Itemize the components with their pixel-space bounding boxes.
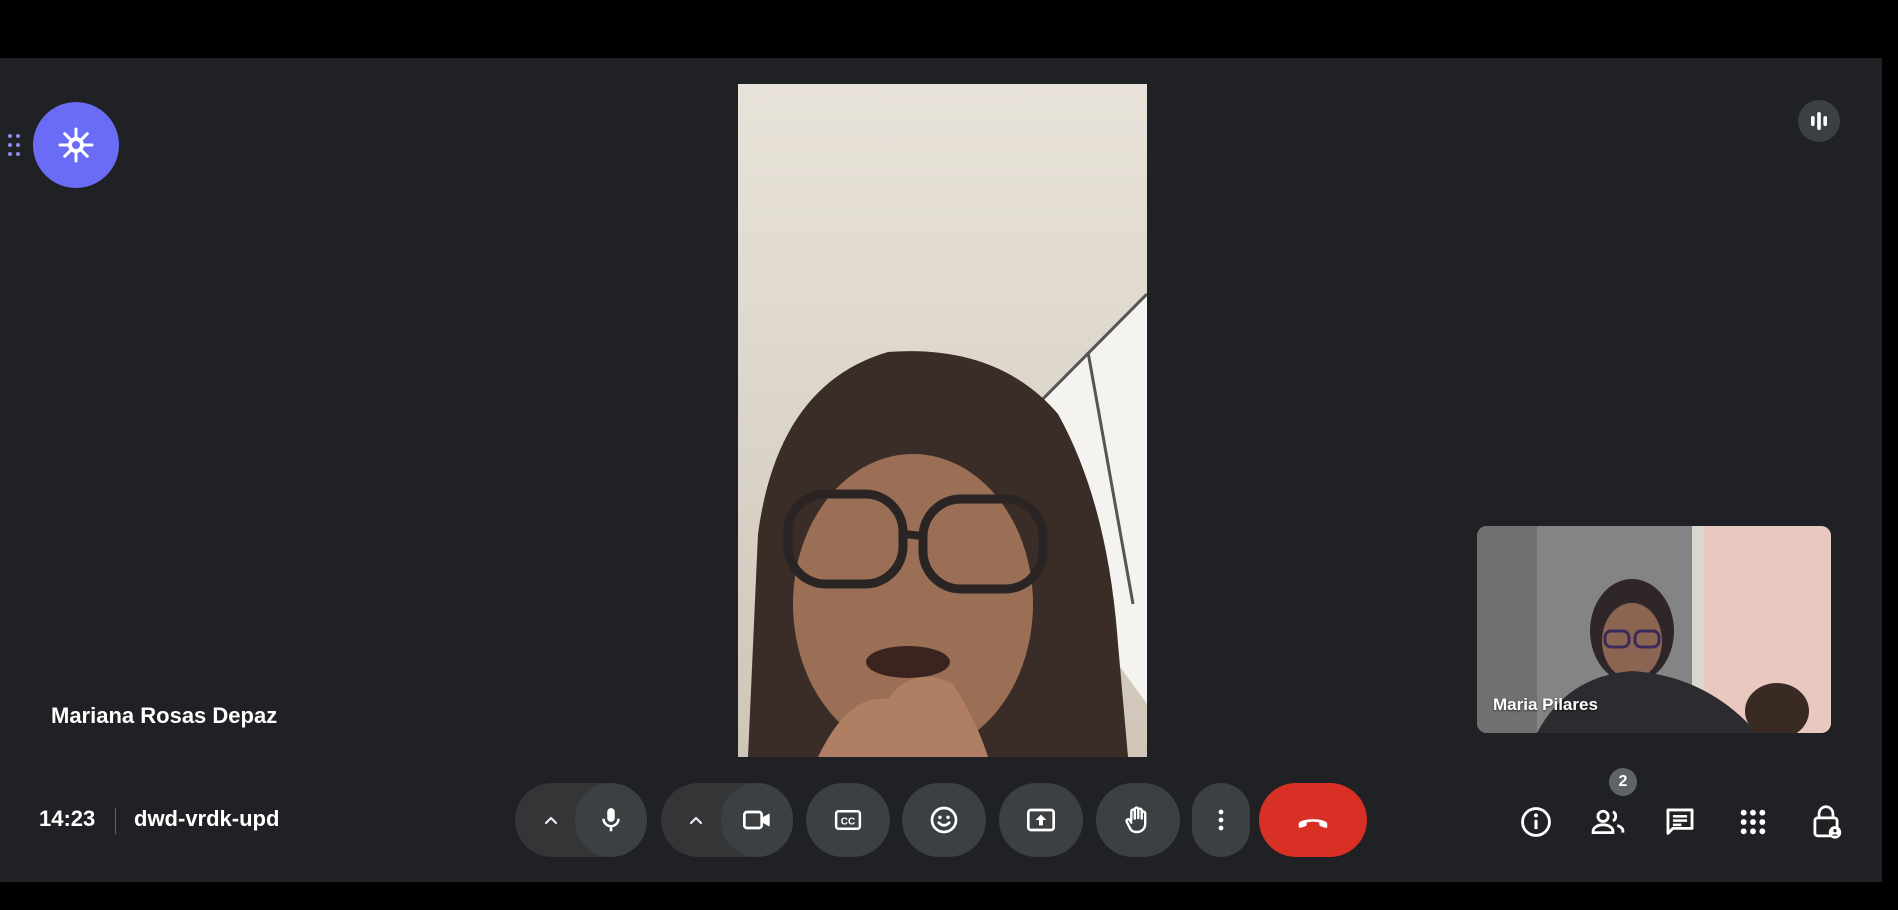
more-vert-icon <box>1218 809 1224 831</box>
microphone-icon <box>602 808 620 832</box>
host-controls-button[interactable] <box>1806 802 1846 842</box>
ai-assistant-button[interactable] <box>33 102 119 188</box>
present-screen-icon <box>1027 808 1055 832</box>
video-settings-button[interactable] <box>668 783 724 857</box>
more-options-button[interactable] <box>1192 783 1250 857</box>
chevron-up-icon <box>689 816 703 825</box>
call-end-icon <box>1298 819 1328 828</box>
self-view-tile[interactable]: Maria Pilares <box>1477 526 1831 733</box>
info-icon <box>1521 807 1551 837</box>
meeting-clock: 14:23 <box>39 806 96 831</box>
activities-button[interactable] <box>1733 802 1773 842</box>
raise-hand-icon <box>1125 806 1147 834</box>
self-participant-name: Maria Pilares <box>1493 695 1598 714</box>
info-divider <box>115 808 116 834</box>
videocam-icon <box>743 810 770 830</box>
audio-level-icon <box>1811 112 1827 130</box>
sparkle-icon <box>58 127 94 163</box>
meeting-details-button[interactable] <box>1516 802 1556 842</box>
closed-captions-icon: CC <box>834 810 862 830</box>
participant-video <box>738 84 1147 757</box>
audio-level-indicator <box>1798 100 1840 142</box>
host-controls-icon <box>1813 805 1842 839</box>
chat-icon <box>1666 808 1694 835</box>
people-button[interactable] <box>1588 802 1628 842</box>
participant-count-badge: 2 <box>1609 768 1637 796</box>
camera-button[interactable] <box>721 783 793 857</box>
people-icon <box>1591 809 1625 835</box>
present-button[interactable] <box>999 783 1083 857</box>
audio-settings-button[interactable] <box>523 783 579 857</box>
leave-call-button[interactable] <box>1259 783 1367 857</box>
main-video-tile <box>738 84 1147 757</box>
reactions-button[interactable] <box>902 783 986 857</box>
raise-hand-button[interactable] <box>1096 783 1180 857</box>
captions-button[interactable]: CC <box>806 783 890 857</box>
drag-handle-icon[interactable] <box>8 134 24 164</box>
svg-text:CC: CC <box>841 816 855 827</box>
meeting-stage: Mariana Rosas Depaz Maria Pilares 14:23 … <box>0 58 1882 882</box>
apps-icon <box>1740 809 1766 835</box>
chevron-up-icon <box>544 816 558 825</box>
emoji-icon <box>930 806 958 834</box>
main-participant-name: Mariana Rosas Depaz <box>51 703 278 728</box>
microphone-button[interactable] <box>575 783 647 857</box>
meeting-code: dwd-vrdk-upd <box>134 806 280 831</box>
chat-button[interactable] <box>1660 802 1700 842</box>
